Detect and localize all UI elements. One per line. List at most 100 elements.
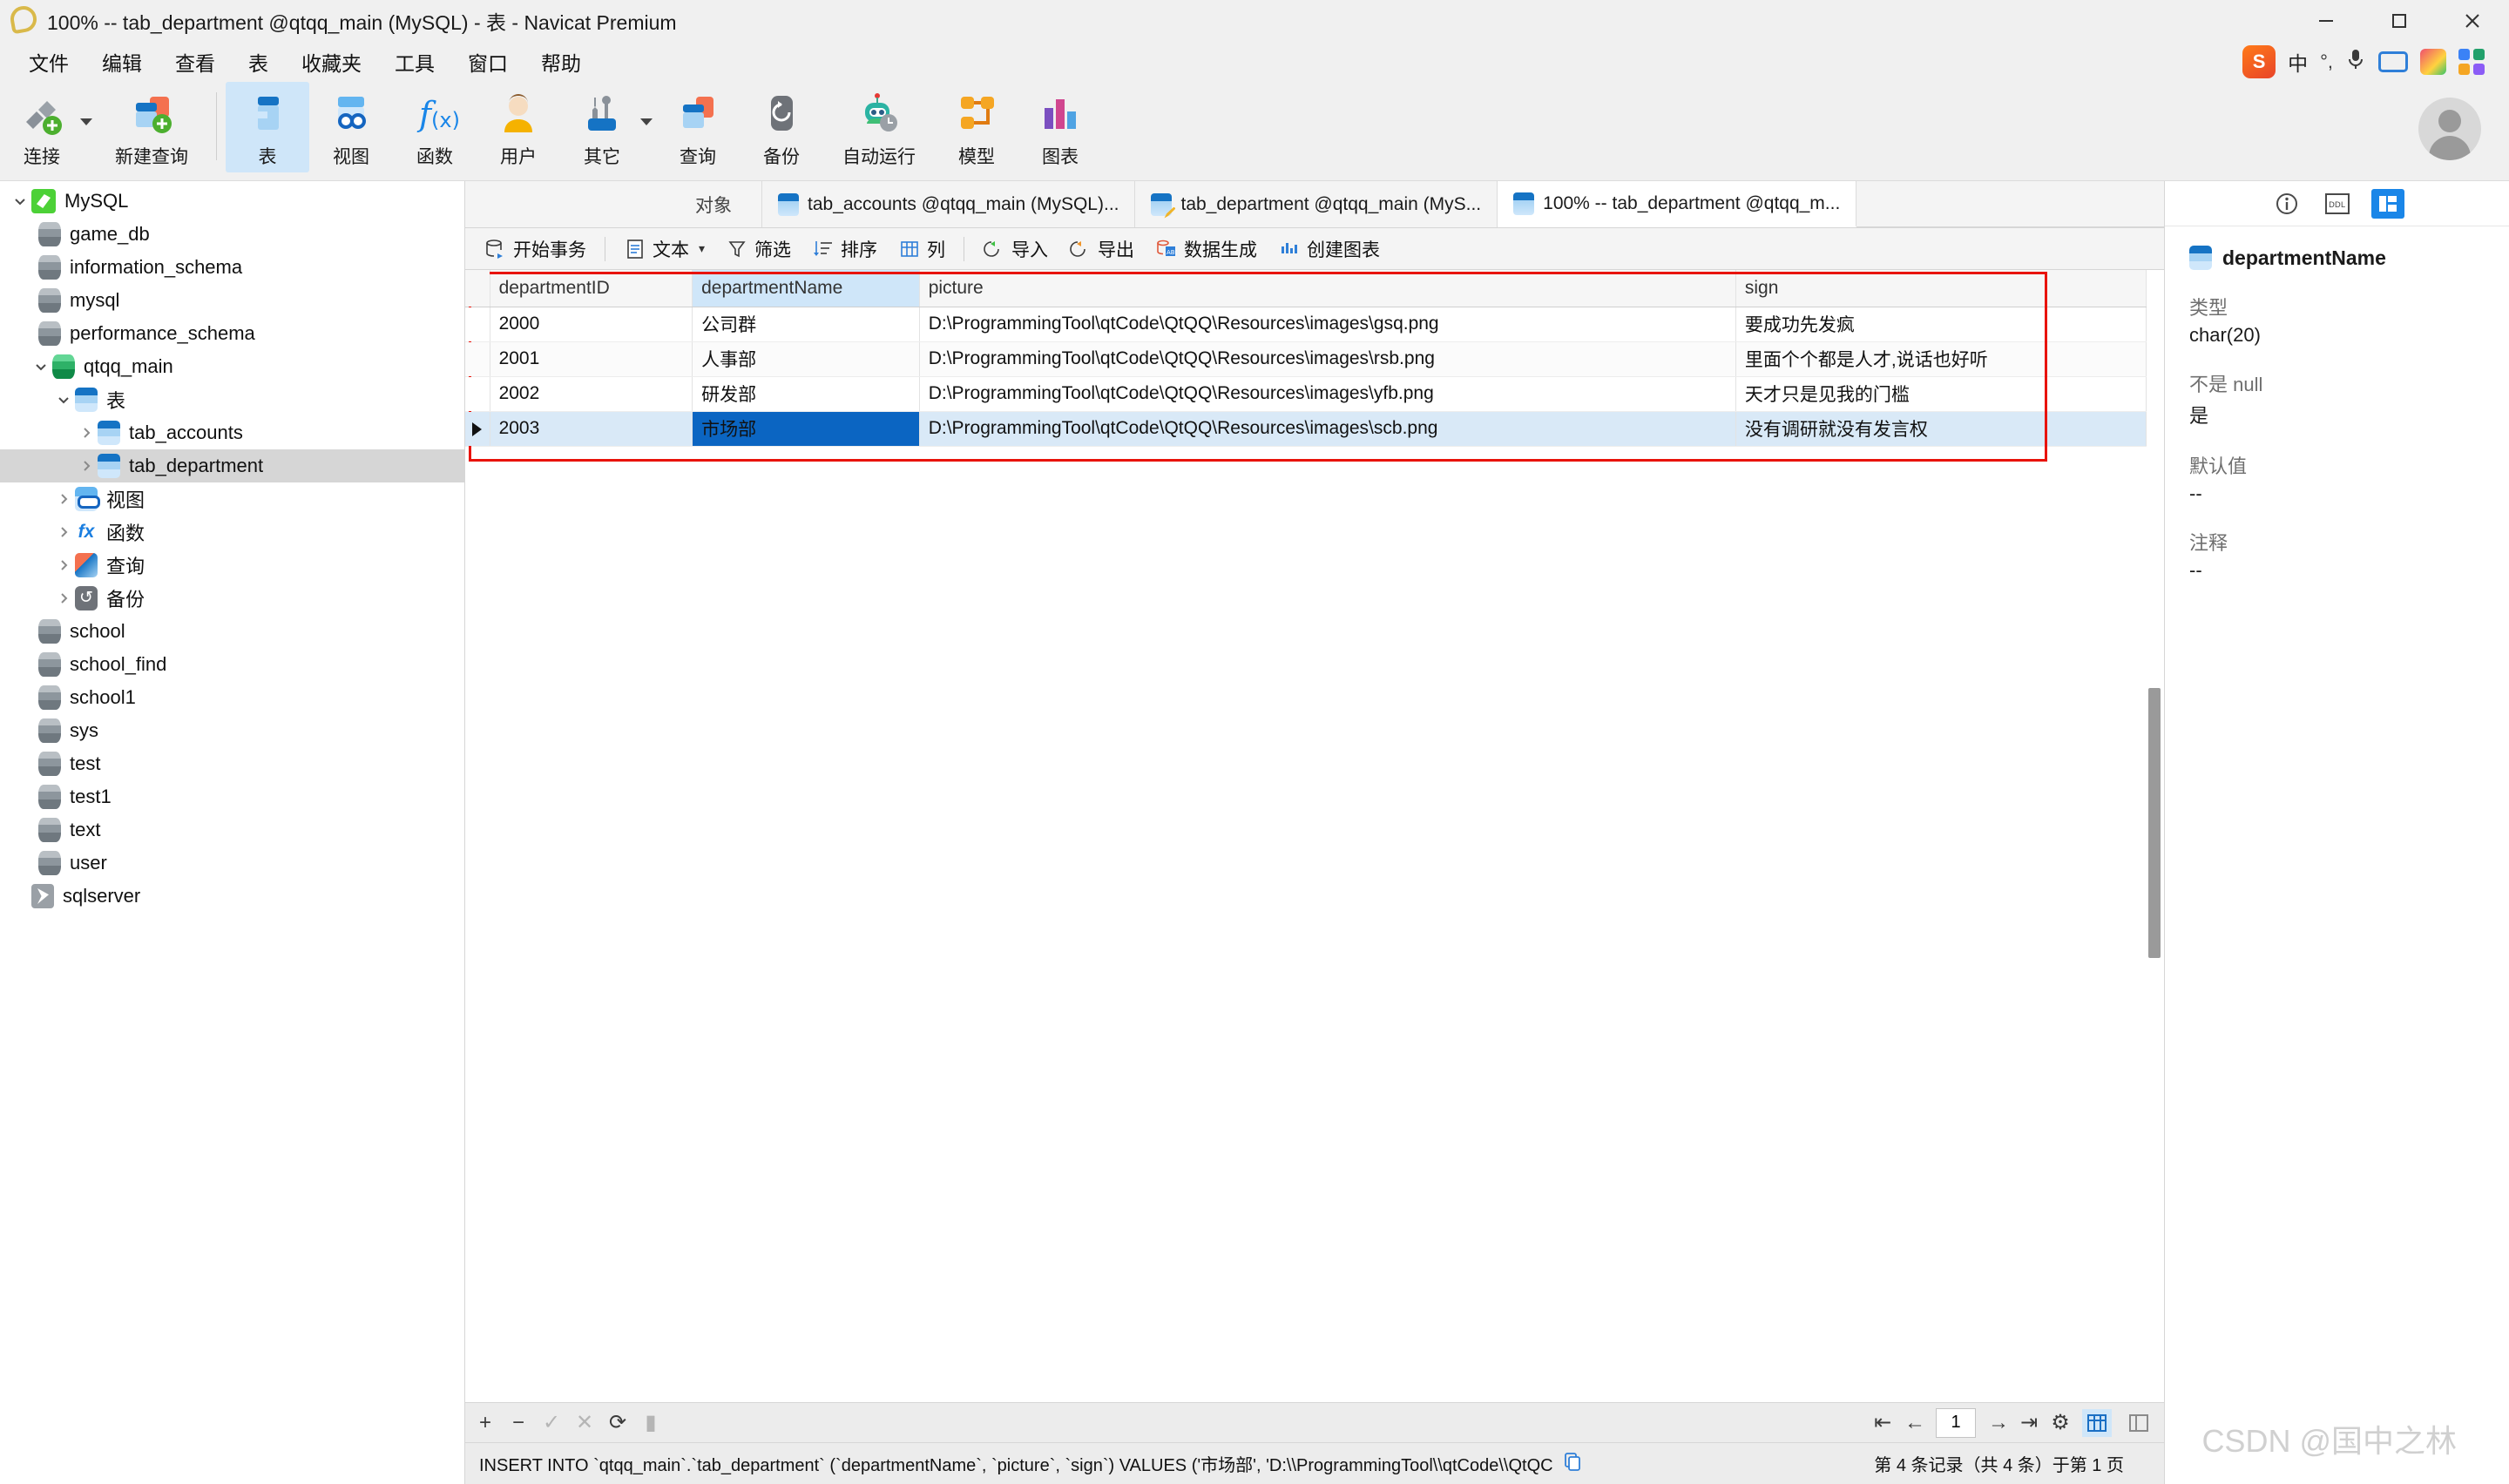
table-row[interactable]: 2002 研发部 D:\ProgrammingTool\qtCode\QtQQ\… bbox=[465, 376, 2147, 412]
ime-punctuation-label[interactable]: °, bbox=[2320, 51, 2333, 73]
toolbar-other[interactable]: 其它 bbox=[560, 82, 644, 172]
cell-sign[interactable]: 没有调研就没有发言权 bbox=[1735, 411, 2147, 447]
menu-tools[interactable]: 工具 bbox=[378, 43, 451, 81]
data-grid[interactable]: departmentID departmentName picture sign… bbox=[465, 270, 2147, 447]
column-header-sign[interactable]: sign bbox=[1735, 270, 2147, 307]
cancel-change-button[interactable]: ✕ bbox=[575, 1410, 594, 1435]
info-icon[interactable] bbox=[2270, 189, 2303, 219]
last-page-icon[interactable]: ⇥ bbox=[2019, 1410, 2039, 1435]
table-row[interactable]: 2000 公司群 D:\ProgrammingTool\qtCode\QtQQ\… bbox=[465, 307, 2147, 342]
grid-view-icon[interactable] bbox=[2082, 1408, 2112, 1437]
toolbar-backup[interactable]: 备份 bbox=[740, 82, 823, 172]
tree-node-functions-group[interactable]: fx 函数 bbox=[0, 516, 464, 549]
form-view-icon[interactable] bbox=[2124, 1409, 2154, 1437]
cell-sign[interactable]: 里面个个都是人才,说话也好听 bbox=[1735, 341, 2147, 377]
tree-node-text[interactable]: text bbox=[0, 813, 464, 847]
toolbar-new-query[interactable]: 新建查询 bbox=[96, 82, 207, 172]
cell-picture[interactable]: D:\ProgrammingTool\qtCode\QtQQ\Resources… bbox=[919, 341, 1736, 377]
table-row[interactable]: 2001 人事部 D:\ProgrammingTool\qtCode\QtQQ\… bbox=[465, 341, 2147, 377]
tree-node-school[interactable]: school bbox=[0, 615, 464, 648]
begin-transaction-button[interactable]: 开始事务 bbox=[474, 233, 597, 266]
first-page-icon[interactable]: ⇤ bbox=[1873, 1410, 1892, 1435]
field-detail-icon[interactable] bbox=[2370, 188, 2404, 219]
maximize-button[interactable] bbox=[2363, 0, 2436, 42]
chevron-down-icon[interactable]: ▾ bbox=[699, 241, 705, 256]
sort-button[interactable]: 排序 bbox=[801, 233, 888, 266]
tab-objects[interactable]: 对象 bbox=[666, 181, 762, 227]
add-record-button[interactable]: + bbox=[476, 1411, 495, 1435]
tab-tab-department-data[interactable]: 100% -- tab_department @qtqq_m... bbox=[1498, 181, 1857, 227]
chevron-down-icon[interactable] bbox=[52, 388, 75, 411]
menu-edit[interactable]: 编辑 bbox=[85, 43, 159, 81]
scrollbar-thumb[interactable] bbox=[2148, 688, 2161, 958]
cell-departmentname[interactable]: 公司群 bbox=[692, 307, 920, 342]
text-button[interactable]: 文本 ▾ bbox=[613, 233, 715, 266]
tree-node-tables-group[interactable]: 表 bbox=[0, 383, 464, 416]
user-avatar-button[interactable] bbox=[2418, 98, 2481, 160]
tab-tab-accounts[interactable]: tab_accounts @qtqq_main (MySQL)... bbox=[762, 181, 1136, 227]
export-button[interactable]: 导出 bbox=[1058, 233, 1145, 266]
menu-favorites[interactable]: 收藏夹 bbox=[285, 43, 378, 81]
tree-node-sqlserver[interactable]: sqlserver bbox=[0, 880, 464, 913]
tree-node-school-find[interactable]: school_find bbox=[0, 648, 464, 681]
cell-departmentid[interactable]: 2002 bbox=[490, 376, 693, 412]
refresh-button[interactable]: ⟳ bbox=[608, 1410, 627, 1435]
apply-change-button[interactable]: ✓ bbox=[542, 1410, 561, 1435]
tree-node-mysql-db[interactable]: mysql bbox=[0, 284, 464, 317]
cell-departmentname[interactable]: 研发部 bbox=[692, 376, 920, 412]
tree-node-test[interactable]: test bbox=[0, 747, 464, 780]
tree-node-school1[interactable]: school1 bbox=[0, 681, 464, 714]
menu-file[interactable]: 文件 bbox=[12, 43, 85, 81]
chevron-right-icon[interactable] bbox=[52, 587, 75, 610]
page-number-input[interactable]: 1 bbox=[1936, 1407, 1976, 1438]
copy-icon[interactable] bbox=[1564, 1452, 1581, 1476]
apps-grid-icon[interactable] bbox=[2458, 49, 2485, 75]
tree-node-views-group[interactable]: 视图 bbox=[0, 482, 464, 516]
cell-departmentname-selected[interactable]: 市场部 bbox=[692, 411, 920, 447]
tree-node-tab-department[interactable]: tab_department bbox=[0, 449, 464, 482]
columns-button[interactable]: 列 bbox=[888, 233, 956, 266]
tree-node-qtqq-main[interactable]: qtqq_main bbox=[0, 350, 464, 383]
menu-help[interactable]: 帮助 bbox=[524, 43, 598, 81]
tree-node-queries-group[interactable]: 查询 bbox=[0, 549, 464, 582]
tree-node-user[interactable]: user bbox=[0, 847, 464, 880]
tree-node-test1[interactable]: test1 bbox=[0, 780, 464, 813]
tab-tab-department-design[interactable]: tab_department @qtqq_main (MyS... bbox=[1135, 181, 1498, 227]
stop-button[interactable]: ▮ bbox=[641, 1410, 660, 1435]
grid-vertical-scrollbar[interactable] bbox=[2147, 270, 2162, 1402]
toolbar-view[interactable]: 视图 bbox=[309, 82, 393, 172]
chevron-down-icon[interactable] bbox=[9, 190, 31, 212]
menu-table[interactable]: 表 bbox=[232, 43, 285, 81]
table-row-selected[interactable]: 2003 市场部 D:\ProgrammingTool\qtCode\QtQQ\… bbox=[465, 411, 2147, 447]
tree-node-information-schema[interactable]: information_schema bbox=[0, 251, 464, 284]
gear-icon[interactable]: ⚙ bbox=[2051, 1410, 2070, 1435]
sogou-ime-logo-icon[interactable]: S bbox=[2242, 45, 2276, 78]
chevron-right-icon[interactable] bbox=[52, 554, 75, 577]
minimize-button[interactable] bbox=[2289, 0, 2363, 42]
close-button[interactable] bbox=[2436, 0, 2509, 42]
prev-page-icon[interactable]: ← bbox=[1904, 1411, 1925, 1435]
object-tree-sidebar[interactable]: MySQL game_db information_schema mysql p… bbox=[0, 181, 465, 1484]
connection-dropdown-icon[interactable] bbox=[80, 118, 92, 125]
cell-picture[interactable]: D:\ProgrammingTool\qtCode\QtQQ\Resources… bbox=[919, 376, 1736, 412]
chevron-right-icon[interactable] bbox=[52, 521, 75, 543]
menu-view[interactable]: 查看 bbox=[159, 43, 232, 81]
handwriting-icon[interactable] bbox=[2420, 49, 2446, 75]
menu-window[interactable]: 窗口 bbox=[451, 43, 524, 81]
column-header-departmentid[interactable]: departmentID bbox=[490, 270, 693, 307]
create-chart-button[interactable]: 创建图表 bbox=[1268, 233, 1390, 266]
other-dropdown-icon[interactable] bbox=[640, 118, 653, 125]
filter-button[interactable]: 筛选 bbox=[715, 233, 801, 266]
tree-node-performance-schema[interactable]: performance_schema bbox=[0, 317, 464, 350]
ddl-icon[interactable]: DDL bbox=[2321, 189, 2354, 219]
cell-departmentid[interactable]: 2000 bbox=[490, 307, 693, 342]
cell-departmentid[interactable]: 2003 bbox=[490, 411, 693, 447]
data-generation-button[interactable]: ABC 数据生成 bbox=[1145, 233, 1268, 266]
cell-picture[interactable]: D:\ProgrammingTool\qtCode\QtQQ\Resources… bbox=[919, 307, 1736, 342]
toolbar-query[interactable]: 查询 bbox=[656, 82, 740, 172]
toolbar-function[interactable]: f (x) 函数 bbox=[393, 82, 477, 172]
tree-node-sys[interactable]: sys bbox=[0, 714, 464, 747]
microphone-icon[interactable] bbox=[2345, 47, 2366, 77]
keyboard-icon[interactable] bbox=[2378, 51, 2408, 72]
toolbar-chart[interactable]: 图表 bbox=[1018, 82, 1102, 172]
